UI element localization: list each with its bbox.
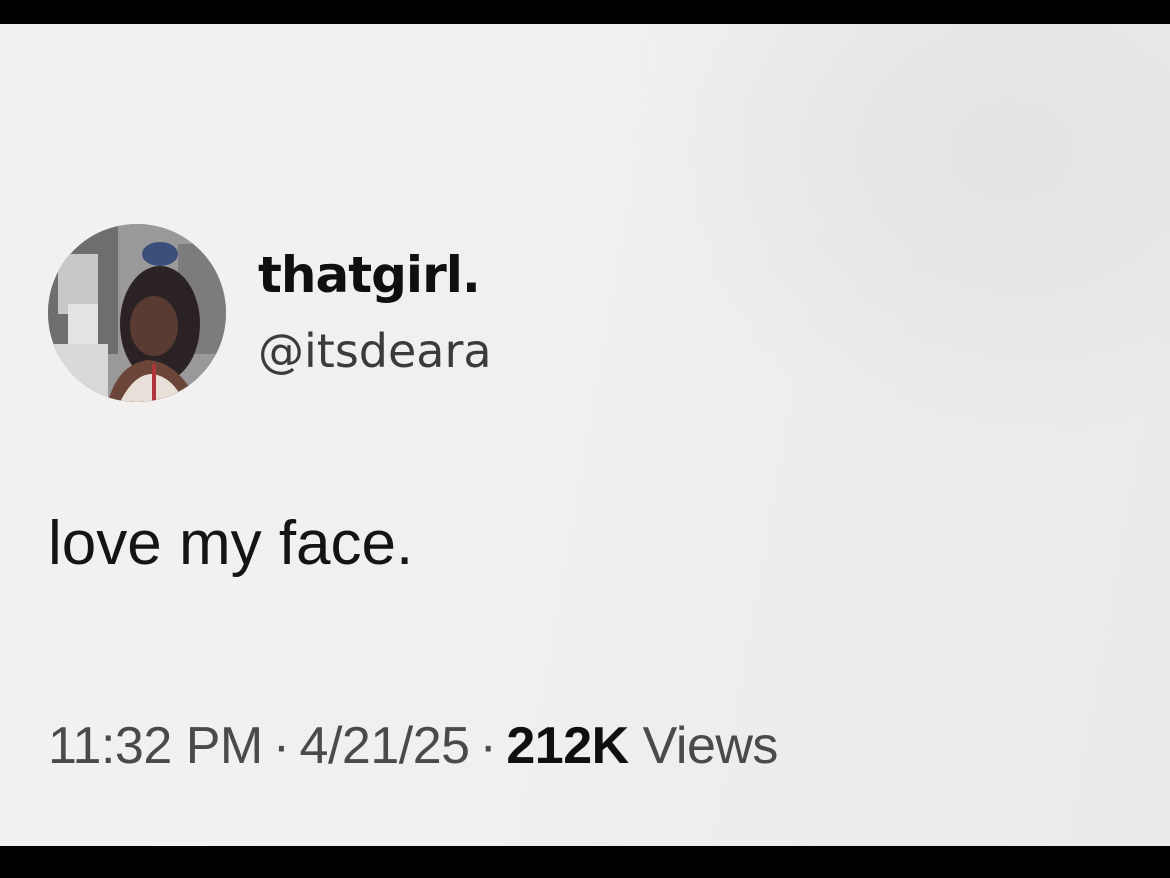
views-count[interactable]: 212K (506, 717, 629, 775)
tweet-meta: 11:32 PM · 4/21/25 · 212K Views (48, 716, 778, 776)
meta-separator: · (479, 717, 497, 775)
tweet-text: love my face. (48, 509, 414, 578)
display-name[interactable]: thatgirl. (258, 246, 481, 304)
avatar-photo (48, 224, 226, 402)
avatar[interactable] (48, 224, 226, 402)
screenshot-frame: thatgirl. @itsdeara love my face. 11:32 … (0, 0, 1170, 878)
views-label: Views (642, 717, 779, 775)
meta-separator: · (272, 717, 290, 775)
tweet-time[interactable]: 11:32 PM (48, 717, 263, 775)
tweet-date[interactable]: 4/21/25 (300, 717, 471, 775)
user-handle[interactable]: @itsdeara (258, 324, 492, 378)
letterbox-top (0, 0, 1170, 24)
tweet-card: thatgirl. @itsdeara love my face. 11:32 … (0, 24, 1170, 846)
letterbox-bottom (0, 846, 1170, 878)
